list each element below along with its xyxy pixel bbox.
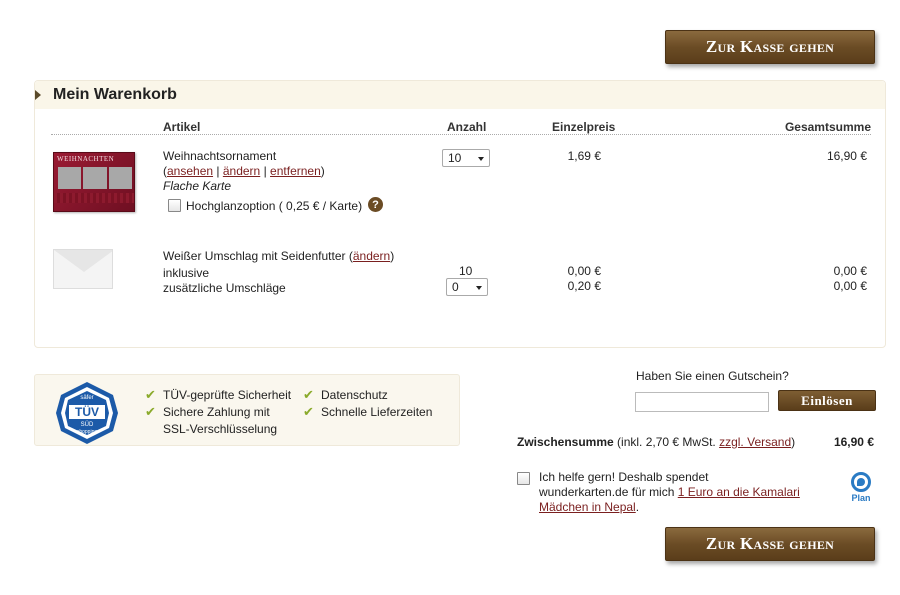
item1-name: Weihnachtsornament (163, 149, 277, 163)
gloss-option-checkbox[interactable] (168, 199, 181, 212)
envelope-thumbnail (53, 249, 113, 289)
cart-title: Mein Warenkorb (53, 86, 177, 103)
tuv-bottom-text: shopping (77, 429, 98, 435)
subtotal-note: (inkl. 2,70 € MwSt. (617, 435, 716, 449)
trust-box: säfer TÜV SÜD shopping ✔ TÜV-geprüfte Si… (34, 374, 460, 446)
item2-change-link[interactable]: ändern (353, 249, 390, 263)
item2-name: Weißer Umschlag mit Seidenfutter (ändern… (163, 249, 395, 263)
donation-link[interactable]: 1 Euro an die Kamalari (678, 485, 800, 499)
item2-additional-qty-select[interactable]: 0 (446, 278, 488, 296)
checkout-button-bottom[interactable]: Zur Kasse gehen (665, 527, 875, 561)
cart-table-header: Artikel Anzahl Einzelpreis Gesamtsumme (51, 119, 871, 135)
trust-item-privacy: Datenschutz (321, 388, 388, 402)
collapse-triangle-icon[interactable] (35, 90, 41, 100)
trust-item-ssl: SSL-Verschlüsselung (163, 422, 278, 436)
item1-variant: Flache Karte (163, 179, 232, 193)
shipping-link[interactable]: zzgl. Versand (719, 435, 791, 449)
plan-logo-icon: Plan (846, 472, 876, 504)
change-link[interactable]: ändern (223, 164, 260, 178)
remove-link[interactable]: entfernen (270, 164, 321, 178)
subtotal-line: Zwischensumme (inkl. 2,70 € MwSt. zzgl. … (517, 435, 796, 449)
check-icon: ✔ (145, 404, 156, 419)
checkout-button-top[interactable]: Zur Kasse gehen (665, 30, 875, 64)
col-article: Artikel (163, 120, 201, 134)
col-quantity: Anzahl (447, 120, 487, 134)
voucher-question: Haben Sie einen Gutschein? (636, 369, 789, 383)
item2-unit-price-included: 0,00 € (567, 264, 601, 278)
donation-checkbox[interactable] (517, 472, 530, 485)
col-total: Gesamtsumme (784, 120, 871, 134)
redeem-button[interactable]: Einlösen (778, 390, 876, 411)
item2-included-label: inklusive (163, 266, 210, 280)
tuv-sub-text: SÜD (81, 421, 94, 428)
donation-text: Ich helfe gern! Deshalb spendet wunderka… (539, 470, 800, 514)
item2-total-additional: 0,00 € (833, 279, 867, 293)
item1-actions: (ansehen | ändern | entfernen) (163, 164, 325, 178)
donation-link-cont[interactable]: Mädchen in Nepal (539, 500, 636, 514)
item2-additional-label: zusätzliche Umschläge (163, 281, 286, 295)
item1-quantity-select[interactable]: 10 (442, 149, 490, 167)
trust-item-delivery: Schnelle Lieferzeiten (321, 405, 433, 419)
subtotal-value: 16,90 € (833, 435, 874, 449)
item1-unit-price: 1,69 € (567, 149, 601, 163)
chevron-down-icon (476, 286, 482, 290)
card-thumbnail-text: WEIHNACHTEN (57, 155, 115, 163)
item2-unit-price-additional: 0,20 € (567, 279, 601, 293)
check-icon: ✔ (303, 404, 314, 419)
tuv-seal-icon: säfer TÜV SÜD shopping (56, 382, 118, 444)
cart-header: Mein Warenkorb (35, 81, 885, 109)
tuv-main-text: TÜV (75, 404, 99, 419)
voucher-input[interactable] (635, 392, 769, 412)
item2-included-qty: 10 (459, 264, 473, 278)
trust-item-security: TÜV-geprüfte Sicherheit (163, 388, 292, 402)
cart-panel: Mein Warenkorb Artikel Anzahl Einzelprei… (34, 80, 886, 348)
gloss-option-label: Hochglanzoption ( 0,25 € / Karte) (186, 199, 363, 213)
tuv-top-text: säfer (80, 395, 93, 401)
item2-total-included: 0,00 € (833, 264, 867, 278)
subtotal-label: Zwischensumme (517, 435, 614, 449)
chevron-down-icon (478, 157, 484, 161)
col-unit-price: Einzelpreis (552, 120, 616, 134)
help-icon[interactable]: ? (368, 197, 383, 212)
card-thumbnail[interactable]: WEIHNACHTEN (53, 152, 135, 212)
view-link[interactable]: ansehen (167, 164, 213, 178)
check-icon: ✔ (303, 387, 314, 402)
trust-item-payment: Sichere Zahlung mit (163, 405, 270, 419)
check-icon: ✔ (145, 387, 156, 402)
item1-total: 16,90 € (826, 149, 867, 163)
